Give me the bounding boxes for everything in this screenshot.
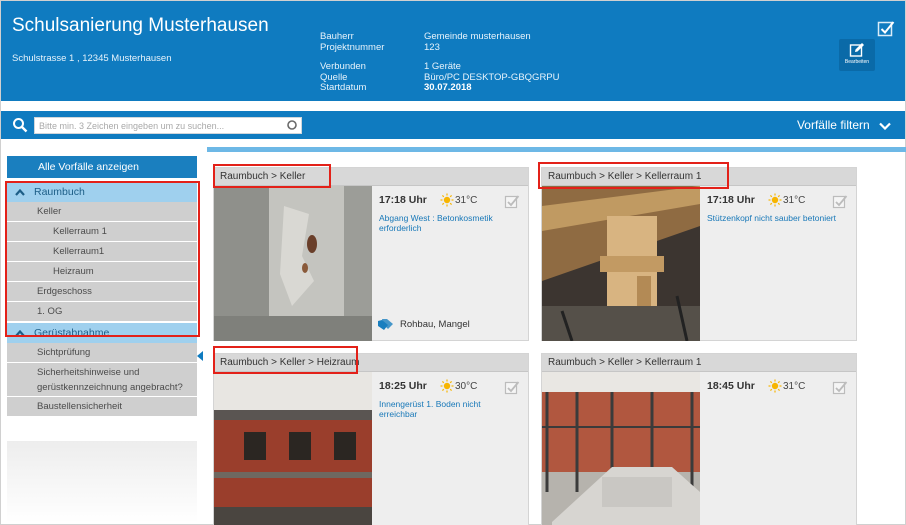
sun-icon xyxy=(768,193,782,207)
card-tags: Rohbau, Mangel xyxy=(378,319,470,330)
meta-values: Gemeinde musterhausen 123 1 Geräte Büro/… xyxy=(424,31,560,94)
sidebar-item-kellerraum1[interactable]: Kellerraum1 xyxy=(7,242,197,262)
incident-card[interactable]: Raumbuch > Keller > Kellerraum 1 18:45 U… xyxy=(541,353,857,525)
card-breadcrumb: Raumbuch > Keller xyxy=(214,168,528,186)
incident-photo xyxy=(542,372,700,525)
incident-card[interactable]: Raumbuch > Keller > Kellerraum 1 17:18 U… xyxy=(541,167,857,341)
incident-photo xyxy=(214,372,372,525)
card-time: 18:45 Uhr xyxy=(707,380,755,392)
meta-label-verbunden: Verbunden xyxy=(320,61,366,72)
sidebar-item-sicherheitshinweise[interactable]: Sicherheitshinweise und gerüstkennzeichn… xyxy=(7,363,197,397)
incident-photo xyxy=(542,186,700,341)
project-title: Schulsanierung Musterhausen xyxy=(12,15,269,36)
show-all-incidents-button[interactable]: Alle Vorfälle anzeigen xyxy=(7,156,197,178)
card-temperature: 31°C xyxy=(455,195,478,206)
check-icon[interactable] xyxy=(832,194,848,210)
card-description: Stützenkopf nicht sauber betoniert xyxy=(707,213,836,223)
sidebar-item-1-og[interactable]: 1. OG xyxy=(7,302,197,322)
sun-icon xyxy=(440,379,454,393)
sidebar-group-geruestabnahme[interactable]: Gerüstabnahme xyxy=(7,323,197,343)
tag-icon xyxy=(378,319,393,330)
meta-value-verbunden: 1 Geräte xyxy=(424,61,461,72)
project-header: Schulsanierung Musterhausen Schulstrasse… xyxy=(1,1,905,101)
check-icon[interactable] xyxy=(832,380,848,396)
sidebar-group-raumbuch[interactable]: Raumbuch xyxy=(7,182,197,202)
check-icon[interactable] xyxy=(504,380,520,396)
meta-label-bauherr: Bauherr xyxy=(320,31,354,42)
sun-icon xyxy=(768,379,782,393)
sidebar-item-sichtpruefung[interactable]: Sichtprüfung xyxy=(7,343,197,363)
edit-button[interactable]: Bearbeiten xyxy=(839,39,875,71)
sidebar-item-line: gerüstkennzeichnung angebracht? xyxy=(37,382,183,393)
sidebar-item-erdgeschoss[interactable]: Erdgeschoss xyxy=(7,282,197,302)
card-tags-text: Rohbau, Mangel xyxy=(400,319,470,331)
card-time: 17:18 Uhr xyxy=(379,194,427,206)
sun-icon xyxy=(440,193,454,207)
sidebar-item-kellerraum-1[interactable]: Kellerraum 1 xyxy=(7,222,197,242)
card-temperature: 31°C xyxy=(783,195,806,206)
meta-labels: Bauherr Projektnummer Verbunden Quelle S… xyxy=(320,31,385,94)
meta-label-startdatum: Startdatum xyxy=(320,82,367,93)
incident-card[interactable]: Raumbuch > Keller > Heizraum 18:25 Uhr 3… xyxy=(213,353,529,525)
card-breadcrumb: Raumbuch > Keller > Heizraum xyxy=(214,354,528,372)
search-bar: Vorfälle filtern xyxy=(1,111,905,139)
card-time: 18:25 Uhr xyxy=(379,380,427,392)
incident-card[interactable]: Raumbuch > Keller 17:18 Uhr 31°C Abgang … xyxy=(213,167,529,341)
sidebar-item-heizraum[interactable]: Heizraum xyxy=(7,262,197,282)
meta-value-startdatum: 30.07.2018 xyxy=(424,82,472,93)
search-icon xyxy=(13,118,28,133)
sidebar-item-baustellensicherheit[interactable]: Baustellensicherheit xyxy=(7,397,197,417)
sidebar-item-line: Sicherheitshinweise und xyxy=(37,367,140,378)
sidebar-group-label: Gerüstabnahme xyxy=(34,327,110,339)
meta-value-bauherr: Gemeinde musterhausen xyxy=(424,31,531,42)
edit-button-label: Bearbeiten xyxy=(844,59,870,65)
content-divider xyxy=(207,147,906,152)
card-description: Innengerüst 1. Boden nicht erreichbar xyxy=(379,399,481,419)
card-time: 17:18 Uhr xyxy=(707,194,755,206)
filter-toggle[interactable]: Vorfälle filtern xyxy=(797,118,891,132)
clear-icon[interactable] xyxy=(287,120,297,130)
card-breadcrumb: Raumbuch > Keller > Kellerraum 1 xyxy=(542,168,856,186)
sidebar-footer xyxy=(7,441,197,523)
collapse-sidebar-icon[interactable] xyxy=(197,351,203,361)
filter-label: Vorfälle filtern xyxy=(796,118,870,132)
chevron-up-icon xyxy=(15,329,25,337)
incident-photo xyxy=(214,186,372,341)
meta-label-projektnummer: Projektnummer xyxy=(320,41,385,53)
chevron-down-icon xyxy=(879,122,891,130)
card-temperature: 30°C xyxy=(455,381,478,392)
edit-icon xyxy=(849,43,864,57)
card-breadcrumb: Raumbuch > Keller > Kellerraum 1 xyxy=(542,354,856,372)
chevron-up-icon xyxy=(15,188,25,196)
app-window: Schulsanierung Musterhausen Schulstrasse… xyxy=(0,0,906,525)
meta-value-projektnummer: 123 xyxy=(424,41,440,53)
sidebar-item-keller[interactable]: Keller xyxy=(7,202,197,222)
sidebar: Alle Vorfälle anzeigen Raumbuch Keller K… xyxy=(7,156,197,417)
card-temperature: 31°C xyxy=(783,381,806,392)
search-input[interactable] xyxy=(34,117,302,134)
check-icon[interactable] xyxy=(504,194,520,210)
project-address: Schulstrasse 1 , 12345 Musterhausen xyxy=(12,53,172,64)
check-icon[interactable] xyxy=(877,20,895,38)
card-description: Abgang West : Betonkosmetik erforderlich xyxy=(379,213,493,233)
sidebar-group-label: Raumbuch xyxy=(34,186,85,198)
